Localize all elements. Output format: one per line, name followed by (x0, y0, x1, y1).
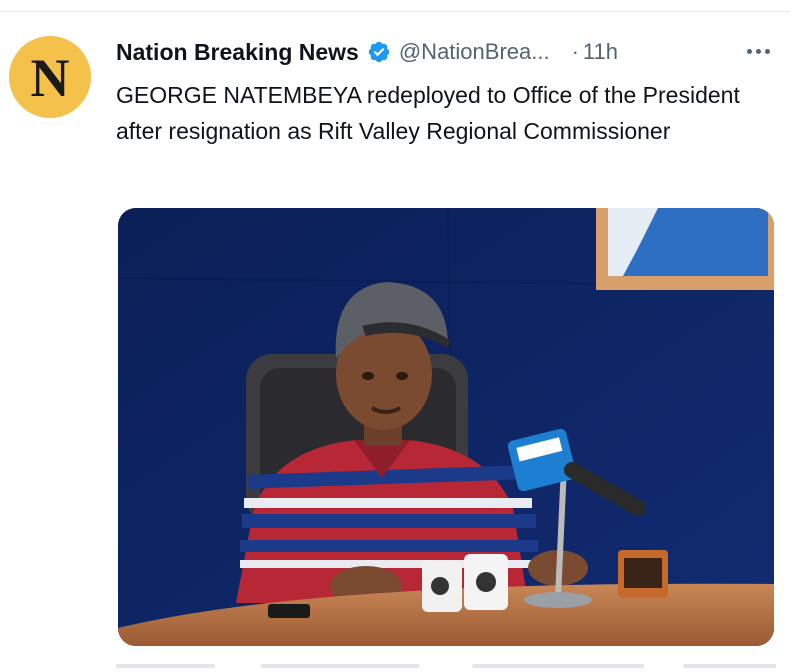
tweet-timestamp[interactable]: 11h (583, 39, 618, 65)
more-options-icon[interactable] (740, 36, 776, 66)
display-name[interactable]: Nation Breaking News (116, 39, 359, 66)
tweet-photo[interactable] (118, 208, 774, 646)
separator-dot: · (571, 39, 579, 64)
top-divider (0, 11, 790, 12)
tweet-header: Nation Breaking News @NationBrea... · 11… (116, 36, 776, 68)
press-conference-photo (118, 208, 774, 646)
user-handle[interactable]: @NationBrea... (399, 39, 550, 65)
avatar[interactable]: N (9, 36, 91, 118)
verified-badge-icon (368, 41, 390, 63)
avatar-letter: N (30, 48, 70, 108)
tweet-text: GEORGE NATEMBEYA redeployed to Office of… (116, 82, 740, 144)
